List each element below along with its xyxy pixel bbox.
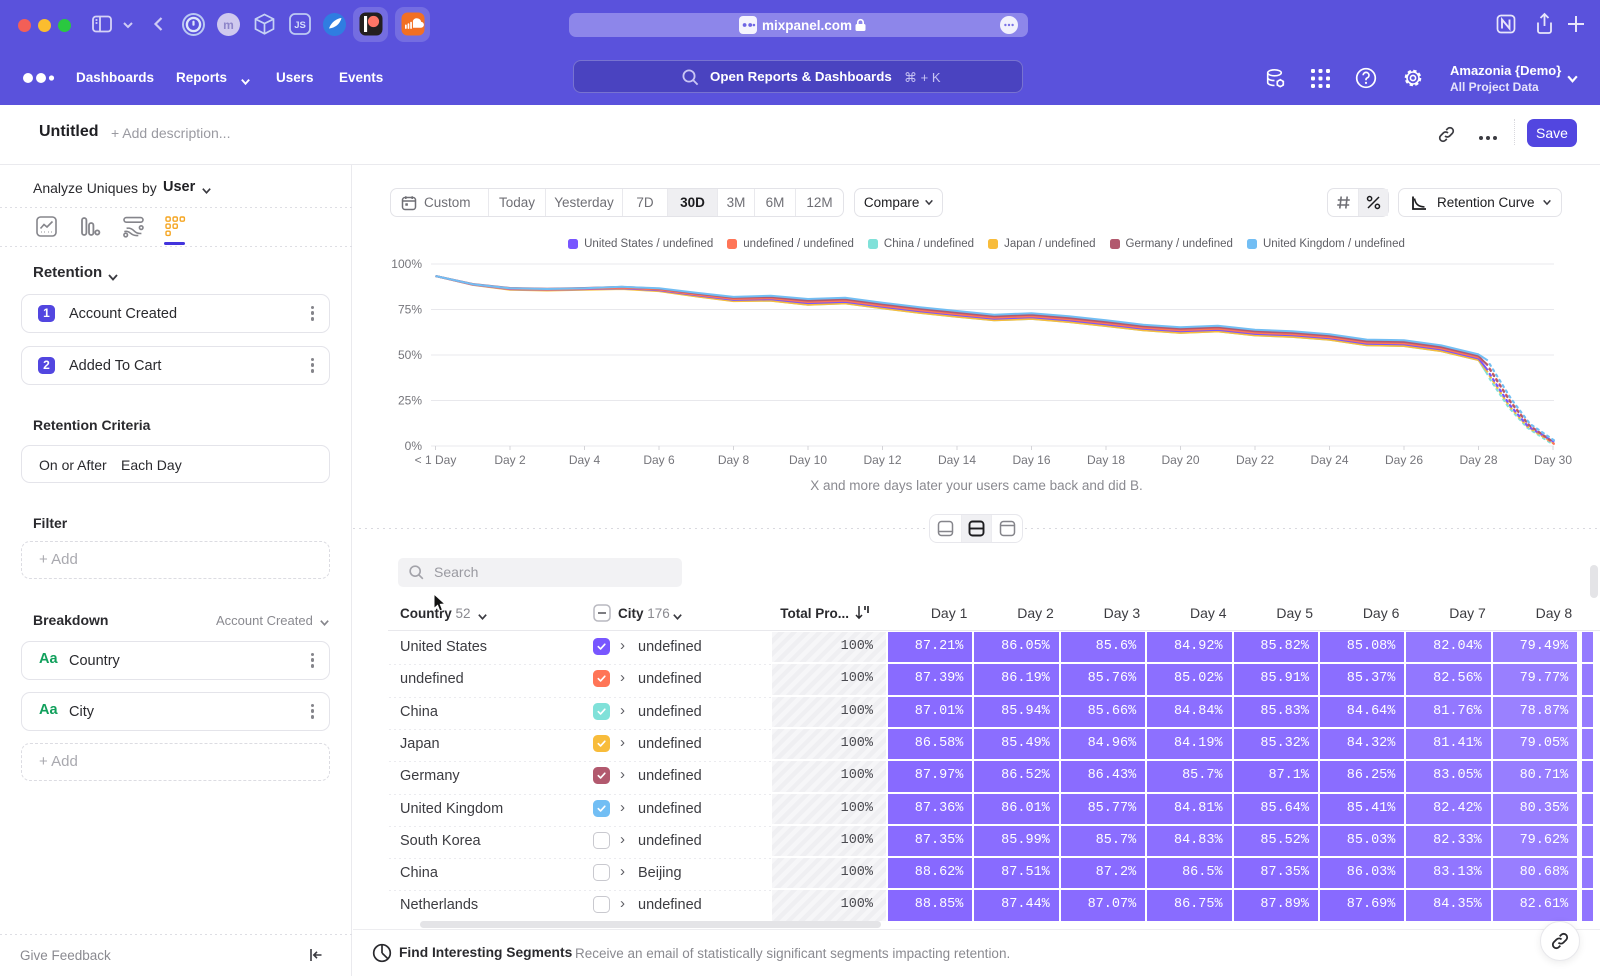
svg-text:Day 16: Day 16 — [1012, 453, 1050, 467]
svg-text:Day 2: Day 2 — [494, 453, 526, 467]
svg-text:Day 26: Day 26 — [1385, 453, 1423, 467]
svg-text:JS: JS — [294, 20, 306, 31]
svg-text:0%: 0% — [405, 439, 423, 453]
svg-text:Day 20: Day 20 — [1161, 453, 1199, 467]
svg-text:Day 4: Day 4 — [569, 453, 601, 467]
svg-text:Day 8: Day 8 — [718, 453, 750, 467]
svg-text:Day 22: Day 22 — [1236, 453, 1274, 467]
svg-text:Day 30: Day 30 — [1534, 453, 1572, 467]
svg-text:< 1 Day: < 1 Day — [415, 453, 457, 467]
svg-text:Day 24: Day 24 — [1310, 453, 1348, 467]
svg-text:Day 18: Day 18 — [1087, 453, 1125, 467]
svg-text:Day 14: Day 14 — [938, 453, 976, 467]
svg-text:Day 12: Day 12 — [863, 453, 901, 467]
svg-text:25%: 25% — [398, 394, 422, 408]
svg-text:Day 6: Day 6 — [643, 453, 675, 467]
svg-text:50%: 50% — [398, 348, 422, 362]
svg-text:Day 28: Day 28 — [1459, 453, 1497, 467]
svg-text:100%: 100% — [391, 257, 422, 271]
svg-text:Day 10: Day 10 — [789, 453, 827, 467]
svg-text:m: m — [223, 18, 234, 32]
svg-text:75%: 75% — [398, 303, 422, 317]
